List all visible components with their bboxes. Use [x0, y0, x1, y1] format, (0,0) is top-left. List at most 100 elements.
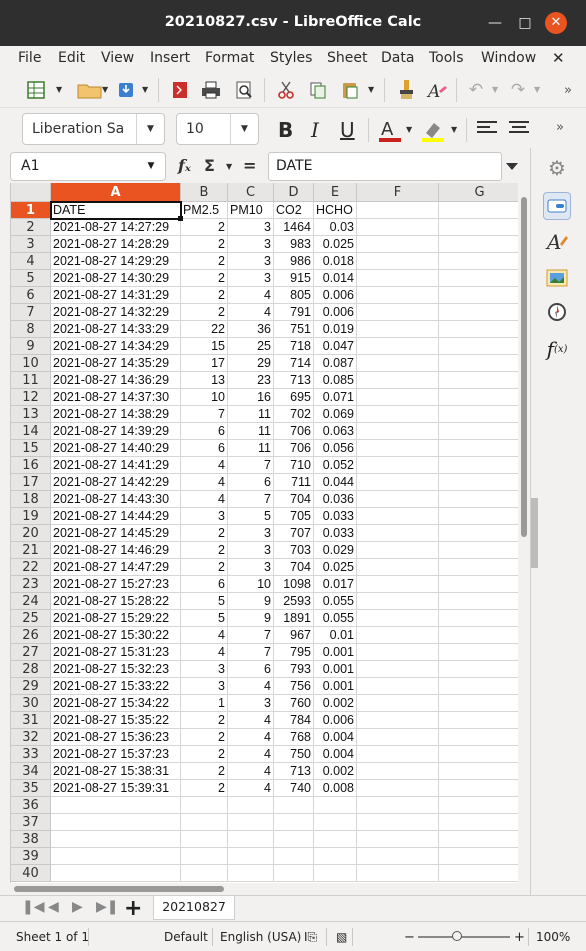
table-cell[interactable]: 706	[274, 423, 314, 440]
row-header[interactable]: 33	[11, 746, 51, 763]
menu-sheet[interactable]: Sheet	[327, 50, 367, 66]
table-cell[interactable]: 0.033	[314, 508, 357, 525]
table-cell[interactable]	[51, 814, 181, 831]
table-cell[interactable]: 2021-08-27 15:29:22	[51, 610, 181, 627]
table-cell[interactable]: 3	[181, 661, 228, 678]
row-header[interactable]: 13	[11, 406, 51, 423]
save-icon[interactable]	[114, 78, 138, 102]
row-header[interactable]: 39	[11, 848, 51, 865]
table-cell[interactable]: 1464	[274, 219, 314, 236]
table-cell[interactable]: 2021-08-27 15:36:23	[51, 729, 181, 746]
table-cell[interactable]	[357, 440, 439, 457]
table-cell[interactable]: 2021-08-27 14:42:29	[51, 474, 181, 491]
table-cell[interactable]: 4	[181, 457, 228, 474]
table-cell[interactable]: 0.055	[314, 593, 357, 610]
table-cell[interactable]: 2021-08-27 14:37:30	[51, 389, 181, 406]
chevron-down-icon[interactable]: ▼	[142, 85, 148, 94]
column-header[interactable]: F	[357, 183, 439, 202]
table-cell[interactable]	[439, 644, 518, 661]
chevron-down-icon[interactable]: ▼	[137, 153, 165, 180]
table-cell[interactable]: 7	[181, 406, 228, 423]
chevron-down-icon[interactable]: ▼	[226, 162, 232, 171]
font-name-combo[interactable]: Liberation Sa ▼	[22, 113, 165, 145]
row-header[interactable]: 19	[11, 508, 51, 525]
add-sheet-icon[interactable]: +	[124, 896, 142, 921]
table-cell[interactable]: 2021-08-27 15:37:23	[51, 746, 181, 763]
table-cell[interactable]: 7	[228, 457, 274, 474]
table-cell[interactable]	[439, 814, 518, 831]
table-cell[interactable]: 6	[228, 474, 274, 491]
table-cell[interactable]: 0.055	[314, 610, 357, 627]
table-cell[interactable]: 0.029	[314, 542, 357, 559]
table-cell[interactable]	[274, 797, 314, 814]
table-cell[interactable]: 5	[181, 610, 228, 627]
table-cell[interactable]	[314, 865, 357, 882]
table-cell[interactable]	[357, 355, 439, 372]
zoom-slider-knob[interactable]	[452, 931, 462, 941]
table-cell[interactable]: 0.025	[314, 559, 357, 576]
row-header[interactable]: 36	[11, 797, 51, 814]
table-cell[interactable]: 740	[274, 780, 314, 797]
table-cell[interactable]: 0.002	[314, 763, 357, 780]
table-cell[interactable]: 784	[274, 712, 314, 729]
table-cell[interactable]: 2021-08-27 14:29:29	[51, 253, 181, 270]
table-cell[interactable]: 2021-08-27 15:28:22	[51, 593, 181, 610]
table-cell[interactable]: 4	[181, 644, 228, 661]
row-header[interactable]: 7	[11, 304, 51, 321]
table-cell[interactable]: 9	[228, 593, 274, 610]
table-cell[interactable]	[357, 423, 439, 440]
table-cell[interactable]	[357, 253, 439, 270]
table-cell[interactable]: 2021-08-27 14:33:29	[51, 321, 181, 338]
table-cell[interactable]: 2021-08-27 15:33:22	[51, 678, 181, 695]
more-options-icon[interactable]: »	[556, 120, 564, 135]
table-cell[interactable]	[314, 848, 357, 865]
row-header[interactable]: 35	[11, 780, 51, 797]
table-cell[interactable]: 0.019	[314, 321, 357, 338]
properties-icon[interactable]	[543, 192, 571, 220]
scroll-thumb[interactable]	[14, 886, 224, 892]
table-cell[interactable]: 6	[181, 576, 228, 593]
sidebar-resize-handle[interactable]	[531, 498, 538, 568]
table-cell[interactable]: 704	[274, 491, 314, 508]
menu-edit[interactable]: Edit	[58, 50, 85, 66]
table-cell[interactable]	[439, 423, 518, 440]
table-cell[interactable]	[439, 559, 518, 576]
table-cell[interactable]: 5	[228, 508, 274, 525]
table-cell[interactable]: 711	[274, 474, 314, 491]
table-cell[interactable]: 2	[181, 712, 228, 729]
table-cell[interactable]	[357, 474, 439, 491]
table-cell[interactable]	[439, 661, 518, 678]
table-cell[interactable]	[181, 831, 228, 848]
row-header[interactable]: 30	[11, 695, 51, 712]
table-cell[interactable]: 791	[274, 304, 314, 321]
underline-icon[interactable]: U	[340, 118, 355, 142]
row-header[interactable]: 8	[11, 321, 51, 338]
table-cell[interactable]	[439, 474, 518, 491]
menu-view[interactable]: View	[101, 50, 134, 66]
table-cell[interactable]	[439, 508, 518, 525]
table-cell[interactable]: 2021-08-27 14:44:29	[51, 508, 181, 525]
table-cell[interactable]: 0.047	[314, 338, 357, 355]
table-cell[interactable]: 915	[274, 270, 314, 287]
redo-icon[interactable]: ↷	[506, 78, 530, 102]
export-pdf-icon[interactable]	[168, 78, 192, 102]
menu-styles[interactable]: Styles	[270, 50, 312, 66]
table-cell[interactable]: 2	[181, 780, 228, 797]
table-cell[interactable]: 2	[181, 287, 228, 304]
spreadsheet-grid[interactable]: A B C D E F G 1 DATE PM2.5 PM10 CO2 HCHO 2 2021-08-27 …	[10, 183, 518, 883]
table-cell[interactable]	[439, 525, 518, 542]
table-cell[interactable]	[357, 661, 439, 678]
table-cell[interactable]	[357, 372, 439, 389]
zoom-level[interactable]: 100%	[536, 930, 570, 944]
table-cell[interactable]	[357, 219, 439, 236]
table-cell[interactable]: 0.001	[314, 661, 357, 678]
table-cell[interactable]	[357, 525, 439, 542]
table-cell[interactable]	[357, 627, 439, 644]
more-options-icon[interactable]: »	[556, 78, 580, 102]
table-cell[interactable]: 760	[274, 695, 314, 712]
table-cell[interactable]: 3	[228, 236, 274, 253]
previous-sheet-icon[interactable]: ◀	[48, 899, 59, 915]
table-cell[interactable]	[357, 202, 439, 219]
table-cell[interactable]: 0.044	[314, 474, 357, 491]
table-cell[interactable]	[228, 865, 274, 882]
